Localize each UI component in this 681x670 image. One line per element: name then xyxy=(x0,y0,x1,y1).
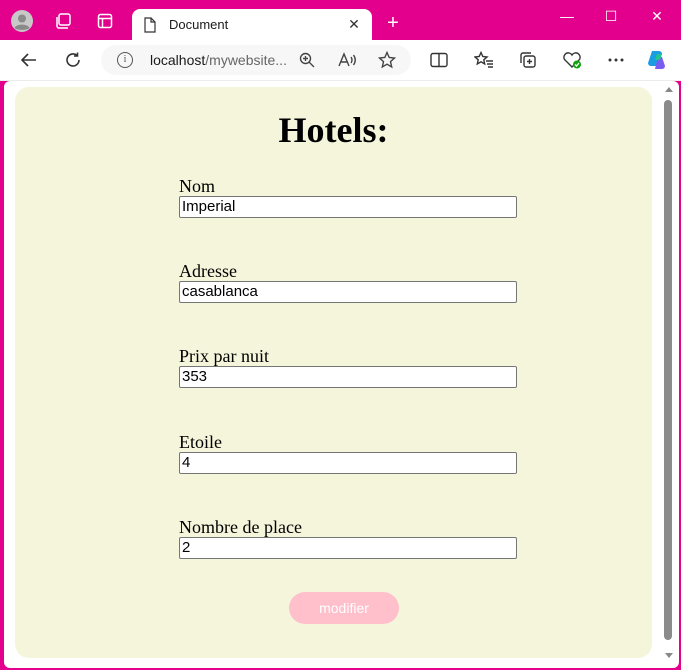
hotel-form-page: Hotels: Nom Imperial Adresse casablanca … xyxy=(15,87,652,658)
new-tab-button[interactable]: + xyxy=(383,13,403,33)
adresse-label: Adresse xyxy=(179,261,237,281)
workspaces-icon[interactable] xyxy=(52,10,74,32)
close-tab-icon[interactable]: ✕ xyxy=(346,16,362,32)
favorites-icon[interactable] xyxy=(474,50,494,70)
more-options-icon[interactable] xyxy=(606,50,626,70)
document-icon xyxy=(144,17,156,33)
favorite-star-icon[interactable] xyxy=(377,50,397,70)
maximize-button[interactable]: ☐ xyxy=(596,6,626,26)
tab-title: Document xyxy=(169,17,229,32)
tab-actions-icon[interactable] xyxy=(94,10,116,32)
browser-toolbar: i localhost/mywebsite... xyxy=(0,40,681,81)
page-title: Hotels: xyxy=(278,110,389,150)
url-text[interactable]: localhost/mywebsite... xyxy=(150,52,287,68)
collections-icon[interactable] xyxy=(518,50,538,70)
browser-titlebar: Document ✕ + — ☐ ✕ xyxy=(0,0,681,41)
prix-par-nuit-input[interactable]: 353 xyxy=(179,366,517,388)
etoile-input[interactable]: 4 xyxy=(179,452,517,474)
nom-label: Nom xyxy=(179,176,215,196)
active-tab[interactable]: Document ✕ xyxy=(132,9,372,41)
browser-essentials-icon[interactable] xyxy=(562,50,582,70)
prix-par-nuit-label: Prix par nuit xyxy=(179,346,269,366)
copilot-icon[interactable] xyxy=(645,48,669,72)
nombre-de-place-input[interactable]: 2 xyxy=(179,537,517,559)
scroll-down-icon[interactable] xyxy=(665,653,673,658)
etoile-label: Etoile xyxy=(179,432,222,452)
adresse-input[interactable]: casablanca xyxy=(179,281,517,303)
nombre-de-place-label: Nombre de place xyxy=(179,517,302,537)
zoom-icon[interactable] xyxy=(297,50,317,70)
back-arrow-icon[interactable] xyxy=(19,50,39,70)
split-screen-icon[interactable] xyxy=(429,50,449,70)
site-info-icon[interactable]: i xyxy=(117,52,133,68)
modifier-button[interactable]: modifier xyxy=(289,592,399,624)
scroll-up-icon[interactable] xyxy=(665,87,673,92)
page-viewport: Hotels: Nom Imperial Adresse casablanca … xyxy=(4,81,679,668)
url-path: /mywebsite... xyxy=(205,52,287,68)
nom-input[interactable]: Imperial xyxy=(179,196,517,218)
profile-avatar-icon[interactable] xyxy=(11,10,33,32)
close-window-button[interactable]: ✕ xyxy=(642,6,672,26)
scrollbar-thumb[interactable] xyxy=(664,100,672,640)
minimize-button[interactable]: — xyxy=(552,6,582,26)
address-bar[interactable]: i localhost/mywebsite... xyxy=(101,45,411,75)
url-host: localhost xyxy=(150,52,206,68)
read-aloud-icon[interactable] xyxy=(337,50,357,70)
vertical-scrollbar[interactable] xyxy=(663,84,675,664)
refresh-icon[interactable] xyxy=(63,50,83,70)
